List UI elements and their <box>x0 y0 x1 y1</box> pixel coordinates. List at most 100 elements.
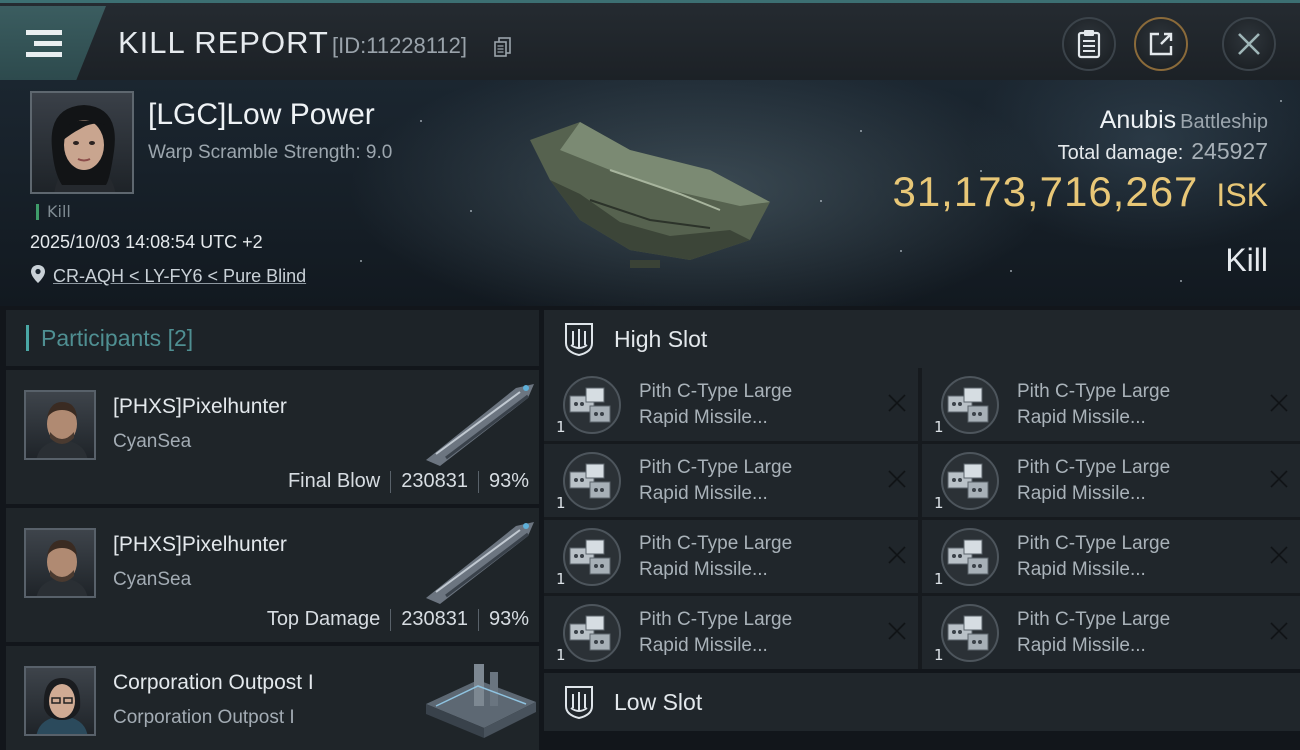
participant-corp: Corporation Outpost I <box>113 707 295 728</box>
report-id: [ID:11228112] <box>332 33 467 58</box>
participant-role: Final Blow <box>287 470 381 492</box>
participants-count: [2] <box>167 324 194 351</box>
kill-result: Kill <box>1225 242 1268 278</box>
participant-damage: 230831 <box>401 608 468 630</box>
module-item[interactable]: 1 Pith C-Type Large Rapid Missile... <box>922 520 1300 593</box>
module-quantity: 1 <box>556 646 566 664</box>
isk-value: 31,173,716,267 ISK <box>892 168 1268 216</box>
participant-name[interactable]: Corporation Outpost I <box>113 671 314 695</box>
module-name: Pith C-Type Large Rapid Missile... <box>639 531 879 583</box>
participant-corp: CyanSea <box>113 431 192 452</box>
low-slot-header: Low Slot <box>544 673 1300 731</box>
participant-stats: Final Blow 230831 93% <box>288 470 529 493</box>
module-item[interactable]: 1 Pith C-Type Large Rapid Missile... <box>544 520 918 593</box>
close-button[interactable] <box>1222 17 1276 71</box>
participant-ship-image <box>426 384 534 466</box>
x-icon[interactable] <box>886 544 908 566</box>
x-icon[interactable] <box>1268 544 1290 566</box>
location-pin-icon <box>31 265 45 283</box>
participant-percent: 93% <box>488 470 529 492</box>
module-quantity: 1 <box>556 570 566 588</box>
victim-portrait[interactable] <box>30 91 134 194</box>
x-icon[interactable] <box>1268 468 1290 490</box>
module-name: Pith C-Type Large Rapid Missile... <box>639 455 879 507</box>
module-name-line1: Pith C-Type Large <box>1017 457 1171 478</box>
missile-launcher-icon <box>563 452 621 510</box>
isk-unit: ISK <box>1216 177 1268 213</box>
total-damage-value: 245927 <box>1191 138 1268 164</box>
module-name: Pith C-Type Large Rapid Missile... <box>1017 379 1257 431</box>
module-name-line1: Pith C-Type Large <box>1017 609 1171 630</box>
ship-class: Battleship <box>1180 111 1268 133</box>
module-item[interactable]: 1 Pith C-Type Large Rapid Missile... <box>544 444 918 517</box>
isk-amount: 31,173,716,267 <box>892 168 1199 215</box>
kill-time: 2025/10/03 14:08:54 UTC +2 <box>30 232 263 252</box>
low-slot-title: Low Slot <box>614 688 703 715</box>
ship-name: Anubis Battleship <box>1100 106 1268 135</box>
module-name: Pith C-Type Large Rapid Missile... <box>1017 531 1257 583</box>
missile-launcher-icon <box>563 376 621 434</box>
ship-type[interactable]: Anubis <box>1100 106 1176 134</box>
module-name-line1: Pith C-Type Large <box>639 609 793 630</box>
participant-damage: 230831 <box>401 470 468 492</box>
module-name-line2: Rapid Missile... <box>1017 559 1146 580</box>
module-name-line2: Rapid Missile... <box>639 407 768 428</box>
module-name: Pith C-Type Large Rapid Missile... <box>639 607 879 659</box>
participant-row[interactable]: [PHXS]Pixelhunter CyanSea Final Blow 230… <box>6 370 539 504</box>
module-item[interactable]: 1 Pith C-Type Large Rapid Missile... <box>922 444 1300 517</box>
menu-icon <box>26 30 62 58</box>
x-icon[interactable] <box>1268 620 1290 642</box>
participant-name[interactable]: [PHXS]Pixelhunter <box>113 395 287 419</box>
module-name-line1: Pith C-Type Large <box>639 457 793 478</box>
module-item[interactable]: 1 Pith C-Type Large Rapid Missile... <box>922 368 1300 441</box>
warp-scramble-strength: Warp Scramble Strength: 9.0 <box>148 142 393 163</box>
victim-name[interactable]: [LGC]Low Power <box>148 98 375 132</box>
module-quantity: 1 <box>934 570 944 588</box>
fitting-panel: High Slot 1 Pith C-Type Large Rapid Missi… <box>544 310 1300 750</box>
participant-role: Top Damage <box>266 608 381 630</box>
participant-structure-image <box>426 664 536 738</box>
total-damage-label: Total damage: <box>1057 142 1184 164</box>
clipboard-button[interactable] <box>1062 17 1116 71</box>
missile-launcher-icon <box>941 604 999 662</box>
missile-launcher-icon <box>941 376 999 434</box>
menu-button[interactable] <box>0 6 106 80</box>
high-slot-header: High Slot <box>544 310 1300 368</box>
participant-ship-image <box>426 522 534 604</box>
participant-name[interactable]: [PHXS]Pixelhunter <box>113 533 287 557</box>
avatar[interactable] <box>24 390 96 460</box>
avatar[interactable] <box>24 666 96 736</box>
high-slot-grid: 1 Pith C-Type Large Rapid Missile... 1 Pi… <box>544 368 1300 669</box>
share-button[interactable] <box>1134 17 1188 71</box>
missile-launcher-icon <box>563 604 621 662</box>
missile-launcher-icon <box>941 528 999 586</box>
module-name-line2: Rapid Missile... <box>1017 407 1146 428</box>
module-name: Pith C-Type Large Rapid Missile... <box>1017 607 1257 659</box>
module-name-line2: Rapid Missile... <box>1017 635 1146 656</box>
x-icon[interactable] <box>886 620 908 642</box>
module-item[interactable]: 1 Pith C-Type Large Rapid Missile... <box>544 596 918 669</box>
slot-emblem-icon <box>565 323 593 357</box>
victim-panel: [LGC]Low Power Warp Scramble Strength: 9… <box>0 80 1300 306</box>
module-quantity: 1 <box>934 418 944 436</box>
participant-row[interactable]: Corporation Outpost I Corporation Outpos… <box>6 646 539 750</box>
participants-panel: Participants [2] [PHXS]Pixelhunter CyanS… <box>6 310 539 750</box>
participants-title: Participants <box>41 324 162 351</box>
module-item[interactable]: 1 Pith C-Type Large Rapid Missile... <box>922 596 1300 669</box>
module-name-line2: Rapid Missile... <box>639 635 768 656</box>
copy-icon[interactable] <box>493 36 513 58</box>
x-icon[interactable] <box>886 468 908 490</box>
module-item[interactable]: 1 Pith C-Type Large Rapid Missile... <box>544 368 918 441</box>
avatar[interactable] <box>24 528 96 598</box>
victim-ship-image[interactable] <box>520 110 790 270</box>
module-name: Pith C-Type Large Rapid Missile... <box>1017 455 1257 507</box>
x-icon[interactable] <box>1268 392 1290 414</box>
participant-row[interactable]: [PHXS]Pixelhunter CyanSea Top Damage 230… <box>6 508 539 642</box>
module-name-line1: Pith C-Type Large <box>639 533 793 554</box>
x-icon[interactable] <box>886 392 908 414</box>
location-link[interactable]: CR-AQH < LY-FY6 < Pure Blind <box>53 266 306 287</box>
close-icon <box>1238 33 1260 55</box>
participant-stats: Top Damage 230831 93% <box>267 608 529 631</box>
module-quantity: 1 <box>934 646 944 664</box>
module-name-line2: Rapid Missile... <box>639 559 768 580</box>
